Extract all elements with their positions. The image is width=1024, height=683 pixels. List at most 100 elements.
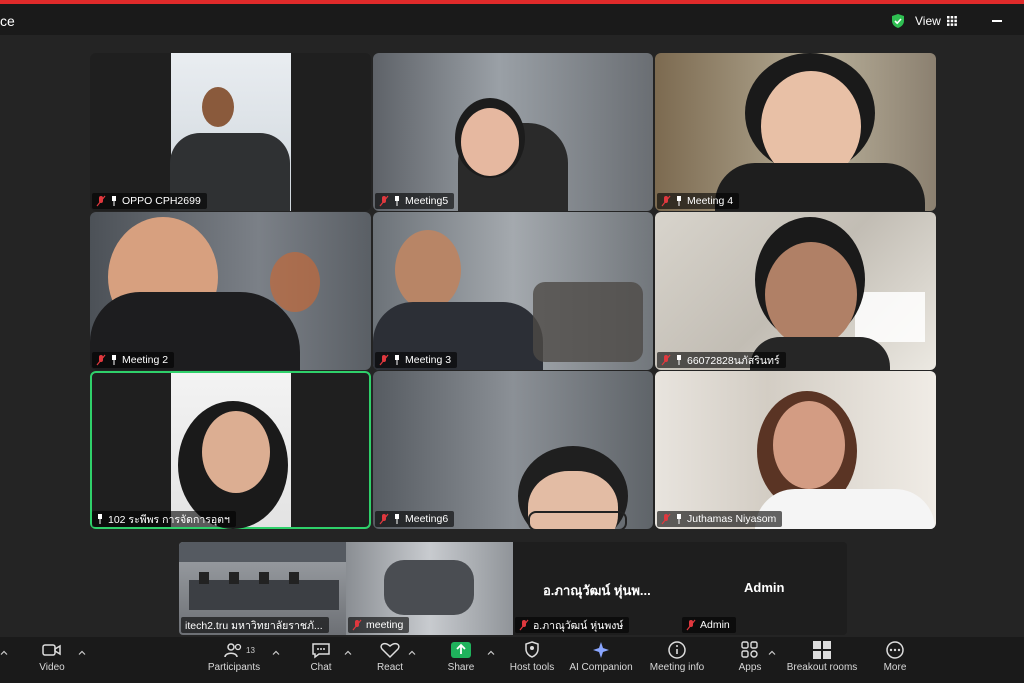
react-label: React bbox=[376, 662, 404, 673]
react-button[interactable]: React bbox=[374, 641, 406, 673]
participant-name: Meeting5 bbox=[405, 195, 449, 207]
participants-icon bbox=[224, 643, 242, 658]
strip-tile-itech2[interactable]: itech2.tru มหาวิทยาลัยราชภั... bbox=[179, 542, 346, 635]
breakout-rooms-button[interactable]: Breakout rooms bbox=[786, 641, 858, 673]
chat-button[interactable]: Chat bbox=[306, 641, 336, 673]
share-label: Share bbox=[447, 662, 475, 673]
video-tile-juthamas[interactable]: Juthamas Niyasom bbox=[655, 371, 936, 529]
more-button[interactable]: More bbox=[880, 641, 910, 673]
mic-muted-icon bbox=[379, 513, 389, 525]
mic-muted-icon bbox=[352, 619, 362, 631]
tile-nametag: 66072828นภัสรินทร์ bbox=[657, 352, 786, 368]
strip-tile-phanuwat[interactable]: อ.ภาณุวัฒน์ หุ่นพ... อ.ภาณุวัฒน์ หุ่นพงษ… bbox=[513, 542, 680, 635]
video-stage: OPPO CPH2699 Meeting5 Meeting 4 Meeting … bbox=[0, 35, 1024, 637]
host-tools-label: Host tools bbox=[509, 662, 555, 673]
tile-display-name: อ.ภาณุวัฒน์ หุ่นพ... bbox=[543, 583, 651, 598]
more-icon bbox=[886, 641, 904, 659]
pin-icon bbox=[393, 195, 401, 207]
tile-nametag: 102 ระพีพร การจัดการอุตฯ bbox=[92, 511, 236, 527]
mic-muted-icon bbox=[379, 195, 389, 207]
chevron-up-icon[interactable] bbox=[408, 649, 416, 657]
participant-name: OPPO CPH2699 bbox=[122, 195, 201, 207]
strip-tile-meeting[interactable]: meeting bbox=[346, 542, 513, 635]
video-button[interactable]: Video bbox=[34, 641, 70, 673]
chevron-up-icon[interactable] bbox=[78, 649, 86, 657]
mic-muted-icon bbox=[379, 354, 389, 366]
participant-name: meeting bbox=[366, 619, 404, 631]
title-bar: ce View bbox=[0, 4, 1024, 35]
chevron-up-icon[interactable] bbox=[487, 649, 495, 657]
participant-name: Meeting 4 bbox=[687, 195, 734, 207]
participant-name: อ.ภาณุวัฒน์ หุ่นพงษ์ bbox=[533, 619, 624, 632]
more-label: More bbox=[883, 662, 907, 673]
chevron-up-icon[interactable] bbox=[768, 649, 776, 657]
pin-icon bbox=[675, 354, 683, 366]
video-tile-meeting5[interactable]: Meeting5 bbox=[373, 53, 653, 211]
tile-nametag: meeting bbox=[348, 617, 410, 633]
tile-display-name: Admin bbox=[744, 580, 785, 595]
pin-icon bbox=[675, 513, 683, 525]
chat-label: Chat bbox=[310, 662, 332, 673]
tile-nametag: Meeting 4 bbox=[657, 193, 740, 209]
tile-nametag: OPPO CPH2699 bbox=[92, 193, 207, 209]
participant-name: itech2.tru มหาวิทยาลัยราชภั... bbox=[185, 619, 323, 632]
meeting-info-button[interactable]: Meeting info bbox=[648, 641, 706, 673]
participant-name: Juthamas Niyasom bbox=[687, 513, 777, 525]
breakout-rooms-label: Breakout rooms bbox=[786, 662, 858, 673]
video-tile-meeting2[interactable]: Meeting 2 bbox=[90, 212, 371, 370]
participant-name: Meeting 3 bbox=[405, 354, 452, 366]
share-button[interactable]: Share bbox=[444, 641, 478, 673]
tile-nametag: Admin bbox=[682, 617, 736, 633]
pin-icon bbox=[96, 513, 104, 525]
host-shield-icon bbox=[525, 641, 539, 658]
video-tile-meeting3[interactable]: Meeting 3 bbox=[373, 212, 653, 370]
video-tile-66072828[interactable]: 66072828นภัสรินทร์ bbox=[655, 212, 936, 370]
video-tile-oppo[interactable]: OPPO CPH2699 bbox=[90, 53, 371, 211]
heart-icon bbox=[380, 642, 400, 659]
view-label: View bbox=[915, 14, 941, 28]
tile-nametag: Meeting 2 bbox=[92, 352, 175, 368]
video-camera-icon bbox=[42, 644, 61, 656]
video-tile-102-active-speaker[interactable]: 102 ระพีพร การจัดการอุตฯ bbox=[90, 371, 371, 529]
participants-label: Participants bbox=[207, 662, 261, 673]
pin-icon bbox=[393, 354, 401, 366]
participants-count: 13 bbox=[246, 646, 255, 655]
apps-button[interactable]: Apps bbox=[736, 641, 764, 673]
mic-muted-icon bbox=[519, 619, 529, 631]
ai-companion-button[interactable]: AI Companion bbox=[568, 641, 634, 673]
tile-nametag: Meeting5 bbox=[375, 193, 455, 209]
meeting-toolbar: Video Participants 13 Chat React Share H… bbox=[0, 637, 1024, 683]
chevron-up-icon[interactable] bbox=[344, 649, 352, 657]
participant-name: Meeting 2 bbox=[122, 354, 169, 366]
tile-nametag: Meeting 3 bbox=[375, 352, 458, 368]
participant-name: 102 ระพีพร การจัดการอุตฯ bbox=[108, 513, 230, 526]
chevron-up-icon[interactable] bbox=[272, 649, 280, 657]
grid-icon bbox=[946, 16, 957, 26]
participant-name: Meeting6 bbox=[405, 513, 449, 525]
mic-muted-icon bbox=[661, 513, 671, 525]
video-tile-meeting4[interactable]: Meeting 4 bbox=[655, 53, 936, 211]
encryption-shield-icon[interactable] bbox=[890, 13, 906, 29]
chat-icon bbox=[312, 643, 330, 659]
apps-icon bbox=[741, 641, 758, 658]
info-icon bbox=[668, 641, 686, 659]
window-title: ce bbox=[0, 13, 15, 29]
meeting-info-label: Meeting info bbox=[649, 662, 705, 673]
host-tools-button[interactable]: Host tools bbox=[508, 641, 556, 673]
minimize-button[interactable] bbox=[992, 20, 1002, 22]
tile-nametag: itech2.tru มหาวิทยาลัยราชภั... bbox=[181, 617, 329, 633]
strip-tile-admin[interactable]: Admin Admin bbox=[680, 542, 847, 635]
pin-icon bbox=[110, 354, 118, 366]
view-button[interactable]: View bbox=[915, 10, 965, 32]
ai-companion-label: AI Companion bbox=[569, 662, 633, 673]
mic-muted-icon bbox=[661, 195, 671, 207]
participant-name: 66072828นภัสรินทร์ bbox=[687, 354, 780, 367]
apps-label: Apps bbox=[738, 662, 762, 673]
mic-muted-icon bbox=[96, 354, 106, 366]
chevron-up-icon[interactable] bbox=[0, 649, 8, 657]
share-screen-icon bbox=[451, 642, 471, 658]
video-tile-meeting6[interactable]: Meeting6 bbox=[373, 371, 653, 529]
tile-nametag: อ.ภาณุวัฒน์ หุ่นพงษ์ bbox=[515, 617, 630, 633]
breakout-rooms-icon bbox=[813, 641, 831, 659]
mic-muted-icon bbox=[686, 619, 696, 631]
